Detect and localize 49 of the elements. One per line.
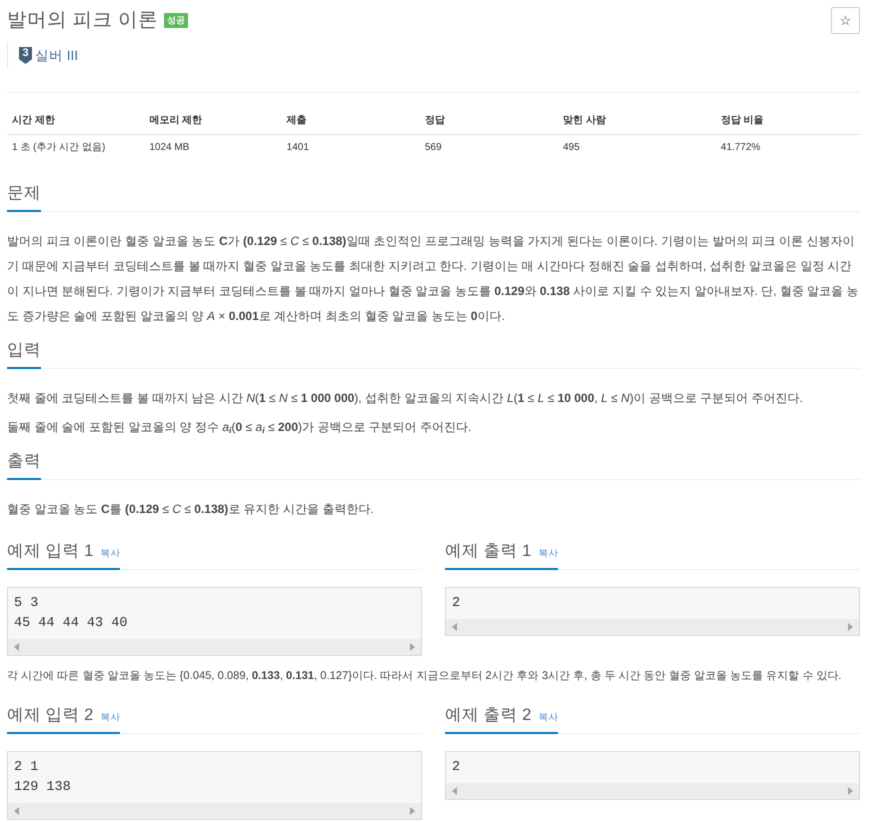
star-button[interactable]: ☆	[831, 7, 860, 34]
tier-badge: 3	[19, 47, 32, 64]
column-header: 시간 제한	[7, 108, 144, 134]
scroll-left-icon[interactable]	[452, 787, 457, 795]
section-heading: 출력	[7, 451, 41, 472]
table-cell: 495	[558, 134, 716, 161]
example-note: 각 시간에 따른 혈중 알코올 농도는 {0.045, 0.089, 0.133, 0.131, 0.127}이다. 따라서 지금으로부터 2시간 후와 3시간 후, 총 두 시간 동안 혈중 알코올 농도를 유지할 수 있다.	[7, 669, 842, 684]
scroll-right-icon[interactable]	[848, 623, 853, 631]
paragraph: 첫째 줄에 코딩테스트를 볼 때까지 남은 시간 N(1 ≤ N ≤ 1 000 000), 섭취한 알코올의 지속시간 L(1 ≤ L ≤ 10 000, L ≤ N)이 공백으로 구분되어 주어진다.	[7, 390, 804, 407]
sample-input-text: 2 1 129 138	[13, 759, 72, 797]
scroll-right-icon[interactable]	[410, 807, 415, 815]
paragraph: 둘째 줄에 술에 포함된 알코올의 양 정수 a$_{i}$(0 ≤ a$_{i}$ ≤ 200)가 공백으로 구분되어 주어진다.	[7, 419, 472, 438]
scroll-left-icon[interactable]	[14, 807, 19, 815]
copy-link[interactable]: 복사	[100, 711, 120, 726]
sample-output-text: 2	[451, 595, 462, 613]
horizontal-scrollbar[interactable]	[8, 803, 421, 819]
table-cell: 41.772%	[716, 134, 860, 161]
column-header: 맞힌 사람	[558, 108, 716, 134]
scroll-right-icon[interactable]	[848, 787, 853, 795]
table-cell: 1024 MB	[144, 134, 282, 161]
column-header: 정답 비율	[716, 108, 860, 134]
scroll-left-icon[interactable]	[14, 643, 19, 651]
paragraph: 발머의 피크 이론이란 혈중 알코올 농도 C가 (0.129 ≤ C ≤ 0.138)일때 초인적인 프로그래밍 능력을 가지게 된다는 이론이다. 기령이는 발머의 피크 이론 신봉자이기 때문에 지금부터 코딩테스트를 볼 때까지 혈중 알코올 농도를 최대한 지키려고 한다. 기령이는 매 시간마다 정해진 술을 섭취하며, 섭취한 알코올은 일정 시간이 지나면 분해된다. 기령이가 지금부터 코딩테스트를 볼 때까지 얼마나 혈중 알코올 농도를 0.129와 0.138 사이로 지킬 수 있는지 알아내보자. 단, 혈중 알코올 농도 증가량은 술에 포함된 알코올의 양 A × 0.001로 계산하며 최초의 혈중 알코올 농도는 0이다.	[7, 233, 860, 325]
copy-link[interactable]: 복사	[538, 547, 558, 562]
sample-input-text: 5 3 45 44 44 43 40	[13, 595, 128, 633]
column-header: 메모리 제한	[144, 108, 282, 134]
sample-output-text: 2	[451, 759, 462, 777]
horizontal-scrollbar[interactable]	[8, 639, 421, 655]
example-heading: 예제 입력 1	[7, 541, 94, 562]
scroll-right-icon[interactable]	[410, 643, 415, 651]
horizontal-scrollbar[interactable]	[446, 619, 859, 635]
problem-title: 발머의 피크 이론	[7, 8, 158, 33]
result-badge: 성공	[164, 13, 188, 28]
copy-link[interactable]: 복사	[100, 547, 120, 562]
section-heading: 입력	[7, 340, 41, 361]
scroll-left-icon[interactable]	[452, 623, 457, 631]
table-cell: 1 초 (추가 시간 없음)	[7, 134, 144, 161]
example-heading: 예제 입력 2	[7, 705, 94, 726]
section-heading: 문제	[7, 183, 41, 204]
column-header: 정답	[420, 108, 558, 134]
table-cell: 569	[420, 134, 558, 161]
paragraph: 혈중 알코올 농도 C를 (0.129 ≤ C ≤ 0.138)로 유지한 시간을 출력한다.	[7, 501, 375, 518]
copy-link[interactable]: 복사	[538, 711, 558, 726]
column-header: 제출	[282, 108, 420, 134]
example-heading: 예제 출력 1	[445, 541, 532, 562]
horizontal-scrollbar[interactable]	[446, 783, 859, 799]
example-heading: 예제 출력 2	[445, 705, 532, 726]
table-cell: 1401	[282, 134, 420, 161]
tier-link[interactable]: 실버 III	[35, 47, 78, 64]
